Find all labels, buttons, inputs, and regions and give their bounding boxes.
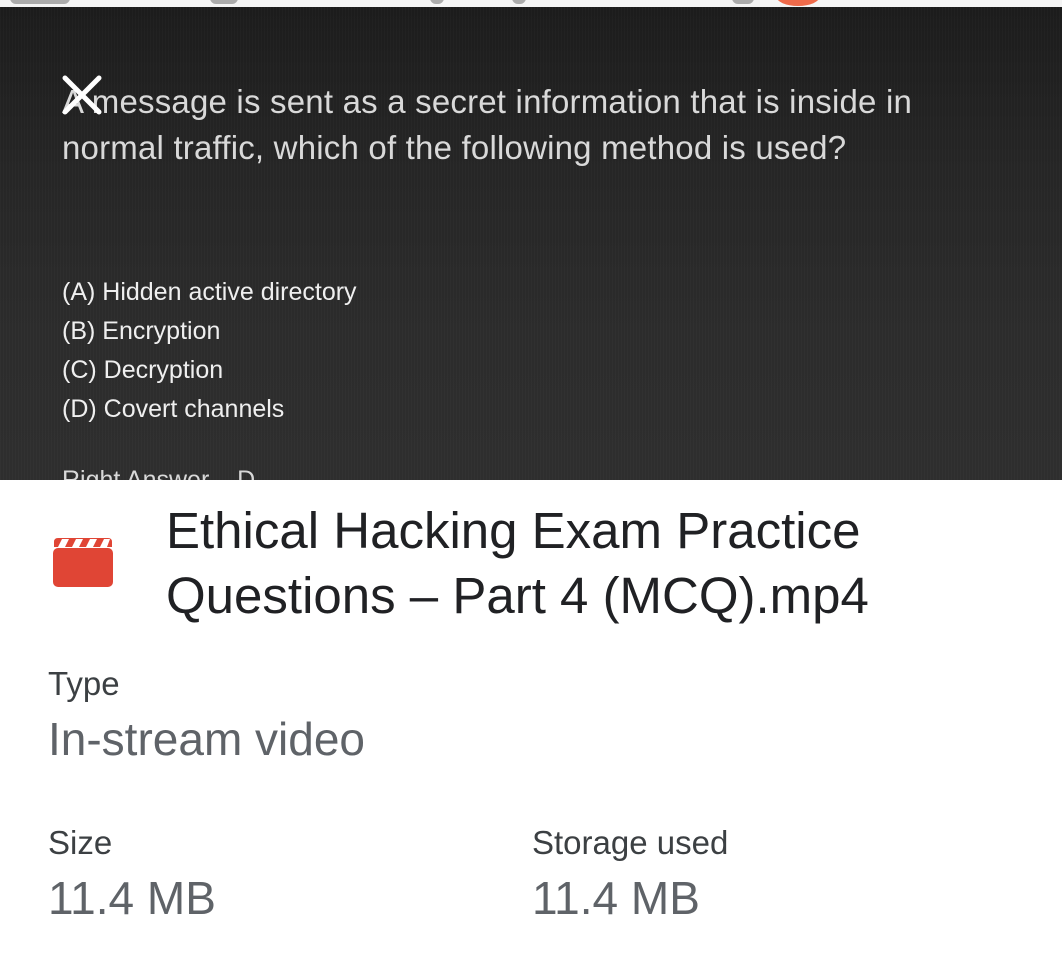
avatar-partial bbox=[776, 0, 820, 6]
size-label: Size bbox=[48, 824, 113, 861]
top-cutoff-strip bbox=[0, 0, 1062, 7]
video-preview[interactable]: A message is sent as a secret informatio… bbox=[0, 7, 1062, 480]
option-d: (D) Covert channels bbox=[62, 395, 285, 423]
cutoff-shape bbox=[430, 0, 444, 4]
cutoff-shape bbox=[732, 0, 754, 4]
answer-options: (A) Hidden active directory (B) Encrypti… bbox=[62, 273, 357, 429]
storage-used-value: 11.4 MB bbox=[532, 872, 700, 924]
video-file-icon bbox=[53, 538, 113, 587]
file-details-screen: A message is sent as a secret informatio… bbox=[0, 0, 1062, 972]
cutoff-shape bbox=[512, 0, 526, 4]
size-value: 11.4 MB bbox=[48, 872, 216, 924]
type-label: Type bbox=[48, 665, 120, 702]
option-a: (A) Hidden active directory bbox=[62, 278, 357, 306]
cutoff-shape bbox=[210, 0, 238, 4]
file-name: Ethical Hacking Exam Practice Questions … bbox=[166, 502, 869, 624]
type-value: In-stream video bbox=[48, 713, 366, 765]
option-c: (C) Decryption bbox=[62, 356, 224, 384]
cutoff-shape bbox=[10, 0, 70, 4]
close-button[interactable] bbox=[56, 69, 108, 121]
close-icon bbox=[62, 75, 102, 115]
right-answer-text: Right Answer – D bbox=[62, 466, 256, 480]
question-text: A message is sent as a secret informatio… bbox=[62, 83, 913, 166]
details-sheet: Ethical Hacking Exam Practice Questions … bbox=[0, 480, 1062, 972]
storage-used-label: Storage used bbox=[532, 824, 729, 861]
option-b: (B) Encryption bbox=[62, 317, 221, 345]
